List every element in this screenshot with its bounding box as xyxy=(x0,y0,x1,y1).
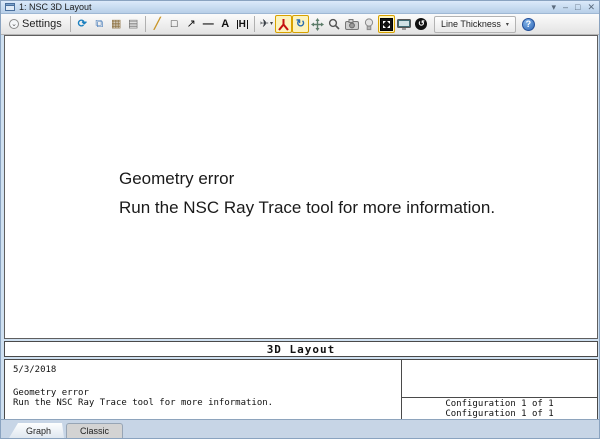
view-tabbar: Graph Classic xyxy=(1,419,599,438)
monitor-icon xyxy=(396,18,411,30)
titlebar[interactable]: 1: NSC 3D Layout ▾ – □ ✕ xyxy=(1,1,599,14)
measure-button[interactable]: H xyxy=(234,15,251,33)
minimize-button[interactable]: – xyxy=(563,2,568,12)
zoom-button[interactable] xyxy=(326,15,343,33)
layout-canvas[interactable]: Geometry error Run the NSC Ray Trace too… xyxy=(4,35,598,339)
save-image-icon: ▦ xyxy=(111,17,122,30)
rectangle-icon: □ xyxy=(170,17,178,30)
line-icon: — xyxy=(202,17,214,30)
chevron-down-icon: ⌄ xyxy=(9,19,19,29)
chevron-down-icon: ▾ xyxy=(269,21,273,27)
configuration-line-2: Configuration 1 of 1 xyxy=(445,409,554,419)
refresh-button[interactable]: ⟳ xyxy=(74,15,91,33)
configuration-status: Configuration 1 of 1 Configuration 1 of … xyxy=(402,397,597,420)
footer-info-cell: 5/3/2018 Geometry error Run the NSC Ray … xyxy=(5,360,402,420)
print-icon: ▤ xyxy=(128,17,139,30)
measure-icon: H xyxy=(236,18,248,30)
toolbar-separator xyxy=(253,16,255,32)
arrow-icon: ↗ xyxy=(186,17,196,30)
copy-icon: ⧉ xyxy=(95,17,104,30)
footer-config-spacer xyxy=(402,360,597,397)
chevron-down-icon: ▾ xyxy=(505,21,509,28)
camera-icon xyxy=(344,18,359,30)
quadrant-icon xyxy=(379,17,393,31)
pan-icon xyxy=(310,17,324,31)
save-image-button[interactable]: ▦ xyxy=(108,15,125,33)
error-line-1: Geometry error xyxy=(119,169,235,188)
orientation-button[interactable]: ✈ ▾ xyxy=(258,15,275,33)
draw-rectangle-button[interactable]: □ xyxy=(166,15,183,33)
help-icon: ? xyxy=(521,17,535,31)
toolbar-separator xyxy=(69,16,71,32)
axes-icon xyxy=(278,18,289,31)
configuration-line-1: Configuration 1 of 1 xyxy=(445,399,554,409)
plot-footer: 5/3/2018 Geometry error Run the NSC Ray … xyxy=(4,359,598,421)
tab-classic[interactable]: Classic xyxy=(66,423,124,438)
geometry-error-message: Geometry error Run the NSC Ray Trace too… xyxy=(119,164,495,222)
lighting-button[interactable] xyxy=(361,15,378,33)
toolbar: ⌄ Settings ⟳ ⧉ ▦ ▤ ╱ □ ↗ — A H ✈ ▾ ↻ ↺ L… xyxy=(1,14,599,35)
draw-arrow-button[interactable]: ↗ xyxy=(183,15,200,33)
plot-title-band: 3D Layout xyxy=(4,341,598,357)
rotate-toggle-button[interactable]: ↻ xyxy=(291,15,309,33)
footer-config-cell: Configuration 1 of 1 Configuration 1 of … xyxy=(402,360,597,420)
line-thickness-label: Line Thickness xyxy=(440,19,501,29)
tab-classic-label: Classic xyxy=(80,426,110,436)
add-text-button[interactable]: A xyxy=(217,15,234,33)
settings-label: Settings xyxy=(22,17,62,30)
pan-button[interactable] xyxy=(309,15,326,33)
plot-date: 5/3/2018 xyxy=(13,365,57,375)
draw-dash-button[interactable]: — xyxy=(200,15,217,33)
line-thickness-button[interactable]: Line Thickness ▾ xyxy=(433,15,516,33)
quadrant-view-button[interactable] xyxy=(377,15,395,33)
tab-graph[interactable]: Graph xyxy=(9,423,64,438)
reset-view-button[interactable]: ↺ xyxy=(413,15,430,33)
reset-icon: ↺ xyxy=(415,18,428,30)
lightbulb-icon xyxy=(365,17,374,30)
tab-graph-label: Graph xyxy=(26,425,52,436)
text-icon: A xyxy=(221,17,230,30)
close-button[interactable]: ✕ xyxy=(587,2,595,12)
settings-button[interactable]: ⌄ Settings xyxy=(4,15,67,33)
toolbar-separator xyxy=(144,16,146,32)
footer-note-line-1: Geometry error xyxy=(13,388,89,398)
camera-button[interactable] xyxy=(343,15,361,33)
rotate-icon: ↻ xyxy=(295,17,306,30)
window-display-button[interactable] xyxy=(395,15,413,33)
help-button[interactable]: ? xyxy=(520,15,537,33)
maximize-button[interactable]: □ xyxy=(575,2,580,12)
nsc-3d-layout-window: 1: NSC 3D Layout ▾ – □ ✕ ⌄ Settings ⟳ ⧉ … xyxy=(0,0,600,439)
copy-button[interactable]: ⧉ xyxy=(91,15,108,33)
plot-title: 3D Layout xyxy=(266,342,336,356)
window-title: 1: NSC 3D Layout xyxy=(19,2,92,12)
window-menu-button[interactable]: ▾ xyxy=(551,2,556,12)
zoom-icon xyxy=(329,18,341,30)
error-line-2: Run the NSC Ray Trace tool for more info… xyxy=(119,198,496,217)
axes-toggle-button[interactable] xyxy=(274,15,292,33)
refresh-icon: ⟳ xyxy=(77,17,87,30)
pencil-icon: ╱ xyxy=(153,17,161,30)
draw-line-button[interactable]: ╱ xyxy=(149,15,166,33)
footer-note-line-2: Run the NSC Ray Trace tool for more info… xyxy=(13,398,274,408)
orientation-icon: ✈ xyxy=(259,17,269,30)
print-button[interactable]: ▤ xyxy=(125,15,142,33)
window-icon xyxy=(5,3,15,11)
